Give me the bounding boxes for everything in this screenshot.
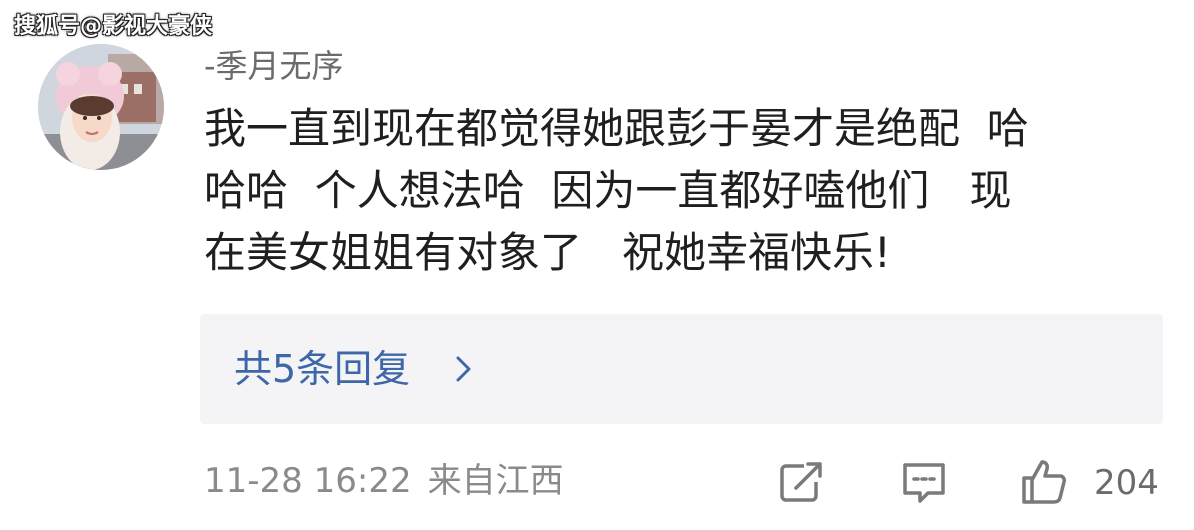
comment-text-line: 我一直到现在都觉得她跟彭于晏才是绝配 哈 [204,104,1029,153]
comment-date: 11-28 16:22 [204,461,412,501]
view-replies-button[interactable]: 共5条回复 [200,314,1163,424]
watermark: 搜狐号@影视大豪侠 [14,14,213,39]
avatar[interactable] [38,44,164,170]
comment-text: 我一直到现在都觉得她跟彭于晏才是绝配 哈 哈哈 个人想法哈 因为一直都好嗑他们 … [204,98,1179,284]
chevron-right-icon [456,356,471,382]
comment-card: 搜狐号@影视大豪侠 -季月无序 我一直到现在都觉得她跟彭于晏才是绝配 哈 哈哈 … [0,0,1194,530]
comment-text-line: 哈哈 个人想法哈 因为一直都好嗑他们 现 [204,166,1012,215]
thumbs-up-icon[interactable] [1020,458,1068,506]
comment-text-line: 在美女姐姐有对象了 祝她幸福快乐! [204,228,891,277]
comment-location: 来自江西 [427,461,564,501]
comment-meta: 11-28 16:22 来自江西 [204,458,564,504]
like-count: 204 [1094,463,1159,503]
avatar-photo [38,44,164,170]
replies-count-label: 共5条回复 [234,347,411,391]
share-icon[interactable] [778,458,826,506]
comment-icon[interactable] [900,458,948,506]
comment-username[interactable]: -季月无序 [204,44,344,88]
